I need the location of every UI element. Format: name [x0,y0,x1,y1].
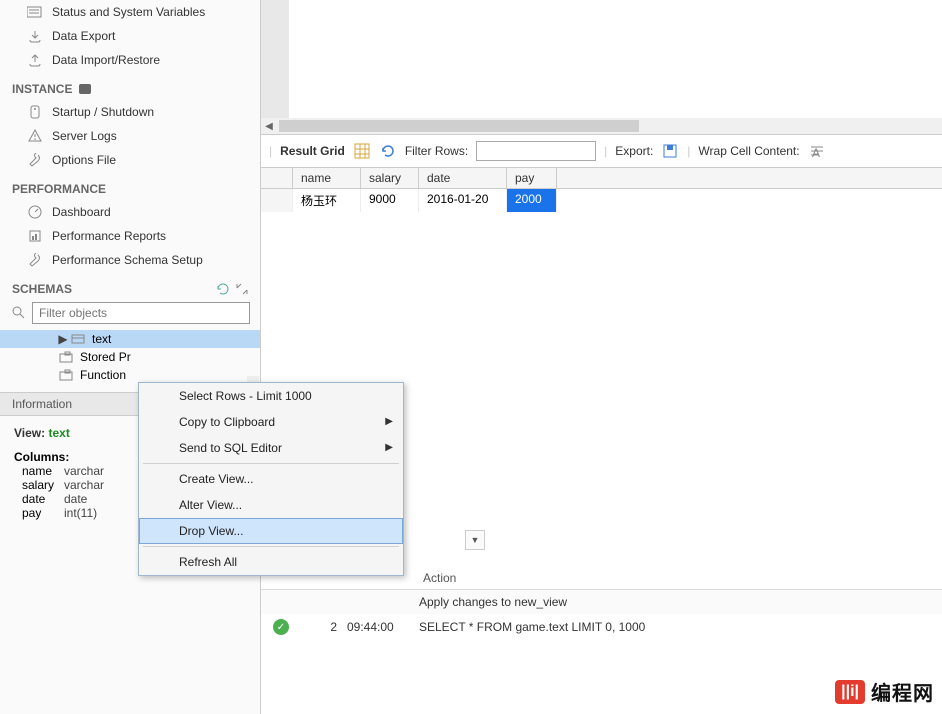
expand-triangle-icon[interactable]: ▶ [58,332,68,346]
watermark-text: 编程网 [871,677,934,706]
scroll-left-icon[interactable]: ◀ [261,121,277,132]
section-schemas: SCHEMAS [0,272,260,300]
column-header-pay[interactable]: pay [507,168,557,188]
nav-label: Data Import/Restore [52,53,160,67]
view-name: text [48,426,69,440]
nav-label: Performance Reports [52,229,166,243]
watermark-badge: ||i| [835,680,865,704]
filter-rows-label: Filter Rows: [405,144,468,158]
nav-label: Data Export [52,29,115,43]
wrench-icon [26,252,44,268]
nav-dashboard[interactable]: Dashboard [0,200,260,224]
export-icon [26,28,44,44]
menu-alter-view[interactable]: Alter View... [139,492,403,518]
tree-label: Function [80,368,126,382]
nav-status-variables[interactable]: Status and System Variables [0,0,260,24]
submenu-arrow-icon: ▶ [385,416,393,427]
schema-tree: ▶ text Stored Pr Function [0,330,260,384]
nav-startup-shutdown[interactable]: Startup / Shutdown [0,100,260,124]
log-row[interactable]: Apply changes to new_view [261,590,942,614]
nav-label: Performance Schema Setup [52,253,203,267]
export-label: Export: [615,144,653,158]
view-icon [70,332,86,346]
view-label: View: [14,426,45,440]
result-grid[interactable]: name salary date pay 杨玉环 9000 2016-01-20… [261,168,942,212]
menu-copy-to-clipboard[interactable]: Copy to Clipboard ▶ [139,409,403,435]
menu-drop-view[interactable]: Drop View... [139,518,403,544]
grid-cell[interactable]: 2016-01-20 [419,189,507,212]
nav-options-file[interactable]: Options File [0,148,260,172]
grid-cell[interactable]: 9000 [361,189,419,212]
nav-performance-schema-setup[interactable]: Performance Schema Setup [0,248,260,272]
watermark: ||i| 编程网 [835,677,934,706]
expand-icon[interactable] [236,283,248,295]
menu-create-view[interactable]: Create View... [139,466,403,492]
editor-gutter [261,0,289,130]
refresh-icon[interactable] [216,283,230,295]
grid-cell-selected[interactable]: 2000 [507,189,557,212]
refresh-icon[interactable] [379,142,397,160]
report-icon [26,228,44,244]
dropdown-button[interactable]: ▼ [465,530,485,550]
server-icon [26,104,44,120]
nav-label: Startup / Shutdown [52,105,154,119]
column-header-date[interactable]: date [419,168,507,188]
context-menu: Select Rows - Limit 1000 Copy to Clipboa… [138,382,404,576]
row-number-header [261,168,293,188]
column-header-salary[interactable]: salary [361,168,419,188]
variables-icon [26,4,44,20]
grid-cell[interactable]: 杨玉环 [293,189,361,212]
log-row[interactable]: ✓ 2 09:44:00 SELECT * FROM game.text LIM… [261,614,942,640]
nav-data-export[interactable]: Data Export [0,24,260,48]
menu-separator [143,463,399,464]
wrench-icon [26,152,44,168]
result-grid-label: Result Grid [280,144,345,158]
filter-objects-input[interactable] [32,302,250,324]
menu-refresh-all[interactable]: Refresh All [139,549,403,575]
menu-separator [143,546,399,547]
sql-editor[interactable]: ◀ [261,0,942,135]
grid-row[interactable]: 杨玉环 9000 2016-01-20 2000 [261,189,942,212]
folder-icon [58,368,74,382]
nav-label: Dashboard [52,205,111,219]
svg-text:A: A [812,146,820,159]
nav-data-import[interactable]: Data Import/Restore [0,48,260,72]
filter-row [0,300,260,330]
editor-scrollbar[interactable]: ◀ [261,118,942,134]
gauge-icon [26,204,44,220]
scrollbar-thumb[interactable] [279,120,639,132]
sidebar: Status and System Variables Data Export … [0,0,261,714]
warning-icon [26,128,44,144]
row-number-cell[interactable] [261,189,293,212]
filter-rows-input[interactable] [476,141,596,161]
tree-item-text[interactable]: ▶ text [0,330,260,348]
submenu-arrow-icon: ▶ [385,442,393,453]
wrap-icon[interactable]: A [808,142,826,160]
tree-label: text [92,332,111,346]
action-log: Action Apply changes to new_view ✓ 2 09:… [261,567,942,640]
section-instance: INSTANCE [0,72,260,100]
import-icon [26,52,44,68]
search-icon [12,306,26,320]
section-performance: PERFORMANCE [0,172,260,200]
save-icon[interactable] [661,142,679,160]
grid-icon[interactable] [353,142,371,160]
nav-performance-reports[interactable]: Performance Reports [0,224,260,248]
column-header-name[interactable]: name [293,168,361,188]
nav-label: Options File [52,153,116,167]
status-ok-icon: ✓ [273,619,289,635]
tree-label: Stored Pr [80,350,131,364]
nav-server-logs[interactable]: Server Logs [0,124,260,148]
wrap-cell-label: Wrap Cell Content: [698,144,799,158]
instance-icon [78,83,92,95]
nav-label: Status and System Variables [52,5,205,19]
menu-send-to-sql-editor[interactable]: Send to SQL Editor ▶ [139,435,403,461]
menu-select-rows[interactable]: Select Rows - Limit 1000 [139,383,403,409]
folder-icon [58,350,74,364]
tree-item-stored-procedures[interactable]: Stored Pr [0,348,260,366]
result-toolbar: | Result Grid Filter Rows: | Export: | W… [261,135,942,168]
nav-label: Server Logs [52,129,117,143]
grid-header: name salary date pay [261,168,942,189]
